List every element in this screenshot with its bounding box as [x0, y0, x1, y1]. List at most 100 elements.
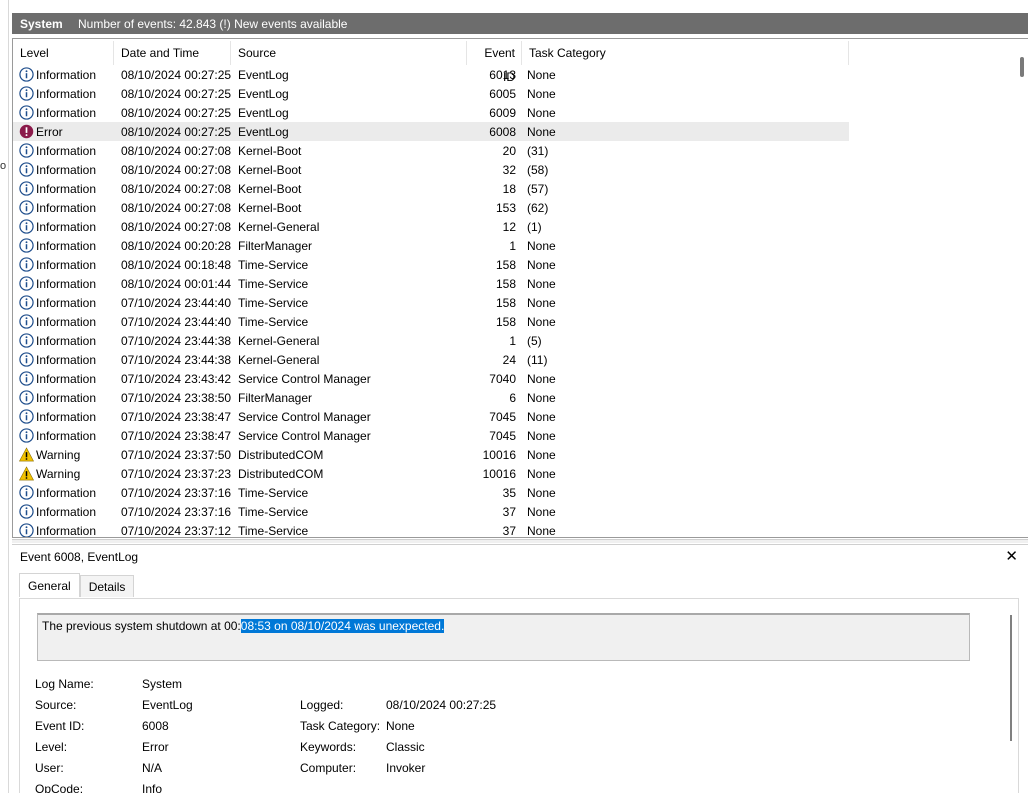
event-row[interactable]: Warning 07/10/2024 23:37:50 DistributedCOM…: [13, 445, 849, 464]
info-icon: [19, 219, 34, 234]
cell-date: 08/10/2024 00:27:08: [121, 219, 232, 234]
level-text: Information: [36, 428, 97, 443]
cell-level: Information: [13, 352, 114, 367]
cell-level: Information: [13, 105, 114, 120]
cell-source: Kernel-Boot: [238, 181, 302, 196]
cell-level: Information: [13, 390, 114, 405]
description-selected: 08:53 on 08/10/2024 was unexpected.: [240, 619, 445, 633]
event-row[interactable]: Information 08/10/2024 00:01:44 Time-Servi…: [13, 274, 849, 293]
event-row[interactable]: Information 07/10/2024 23:44:40 Time-Servi…: [13, 293, 849, 312]
pane-splitter[interactable]: [12, 539, 1028, 543]
info-icon: [19, 67, 34, 82]
event-row[interactable]: Information 07/10/2024 23:38:47 Service Co…: [13, 407, 849, 426]
general-tab-body: The previous system shutdown at 00:08:53…: [19, 598, 1019, 793]
description-box[interactable]: The previous system shutdown at 00:08:53…: [37, 613, 970, 661]
detail-scrollbar[interactable]: [1010, 615, 1012, 741]
column-header-event-id[interactable]: Event ID: [467, 41, 522, 84]
event-row[interactable]: Information 08/10/2024 00:27:08 Kernel-Boo…: [13, 160, 849, 179]
event-row[interactable]: Warning 07/10/2024 23:37:23 DistributedCOM…: [13, 464, 849, 483]
event-row[interactable]: Information 07/10/2024 23:37:12 Time-Servi…: [13, 521, 849, 538]
cell-event-id: 10016: [482, 466, 516, 481]
level-text: Information: [36, 181, 97, 196]
cell-task-category: None: [527, 390, 556, 405]
column-header-level[interactable]: Level: [13, 41, 114, 65]
cell-date: 07/10/2024 23:38:47: [121, 409, 232, 424]
label-logged: Logged:: [300, 698, 344, 712]
event-row[interactable]: Information 08/10/2024 00:27:25 EventLog 60…: [13, 103, 849, 122]
event-row[interactable]: Information 07/10/2024 23:44:38 Kernel-Gen…: [13, 331, 849, 350]
info-icon: [19, 485, 34, 500]
event-row[interactable]: Information 07/10/2024 23:44:38 Kernel-Gen…: [13, 350, 849, 369]
label-level: Level:: [35, 740, 68, 754]
event-row[interactable]: Error 08/10/2024 00:27:25 EventLog 6008 None: [13, 122, 849, 141]
event-row[interactable]: Information 08/10/2024 00:27:08 Kernel-Boo…: [13, 198, 849, 217]
tab-general[interactable]: General: [19, 573, 80, 597]
event-row[interactable]: Information 07/10/2024 23:37:16 Time-Servi…: [13, 483, 849, 502]
cell-event-id: 6005: [489, 86, 516, 101]
event-row[interactable]: Information 08/10/2024 00:18:48 Time-Servi…: [13, 255, 849, 274]
label-task-category: Task Category:: [300, 719, 381, 733]
info-icon: [19, 162, 34, 177]
level-text: Warning: [36, 447, 81, 462]
event-list-panel: Level Date and Time Source Event ID Task…: [12, 38, 1028, 538]
cell-date: 07/10/2024 23:44:38: [121, 352, 232, 367]
level-text: Information: [36, 295, 97, 310]
event-row[interactable]: Information 08/10/2024 00:27:08 Kernel-Boo…: [13, 141, 849, 160]
cell-source: FilterManager: [238, 238, 313, 253]
info-icon: [19, 276, 34, 291]
event-row[interactable]: Information 07/10/2024 23:43:42 Service Co…: [13, 369, 849, 388]
cell-task-category: None: [527, 523, 556, 538]
cell-source: Service Control Manager: [238, 371, 371, 386]
level-text: Error: [36, 124, 63, 139]
event-row[interactable]: Information 08/10/2024 00:27:25 EventLog 60…: [13, 65, 849, 84]
cell-source: Kernel-General: [238, 219, 320, 234]
level-text: Information: [36, 371, 97, 386]
info-icon: [19, 86, 34, 101]
cell-task-category: None: [527, 504, 556, 519]
cell-event-id: 1: [509, 333, 516, 348]
cell-source: EventLog: [238, 105, 289, 120]
warning-icon: [18, 447, 35, 462]
cell-level: Information: [13, 428, 114, 443]
cell-task-category: (5): [527, 333, 542, 348]
cell-level: Information: [13, 238, 114, 253]
cell-event-id: 158: [495, 257, 516, 272]
info-icon: [19, 105, 34, 120]
event-row[interactable]: Information 07/10/2024 23:44:40 Time-Servi…: [13, 312, 849, 331]
info-icon: [19, 314, 34, 329]
event-detail-panel: Event 6008, EventLog ✕ General Details T…: [12, 544, 1028, 793]
cell-event-id: 37: [502, 504, 516, 519]
column-header-source[interactable]: Source: [231, 41, 467, 65]
cell-level: Information: [13, 257, 114, 272]
log-name-title: System: [20, 16, 63, 31]
column-header-task-category[interactable]: Task Category: [522, 41, 849, 65]
level-text: Information: [36, 238, 97, 253]
cell-date: 07/10/2024 23:37:16: [121, 485, 232, 500]
cell-event-id: 7045: [489, 409, 516, 424]
cell-task-category: (57): [527, 181, 549, 196]
event-row[interactable]: Information 08/10/2024 00:27:08 Kernel-Gen…: [13, 217, 849, 236]
event-row[interactable]: Information 08/10/2024 00:27:08 Kernel-Boo…: [13, 179, 849, 198]
cell-source: DistributedCOM: [238, 447, 324, 462]
cell-task-category: None: [527, 428, 556, 443]
event-row[interactable]: Information 07/10/2024 23:38:47 Service Co…: [13, 426, 849, 445]
level-text: Information: [36, 105, 97, 120]
cell-task-category: None: [527, 105, 556, 120]
cell-source: Service Control Manager: [238, 409, 371, 424]
cell-source: Time-Service: [238, 314, 309, 329]
cell-task-category: None: [527, 409, 556, 424]
level-text: Information: [36, 276, 97, 291]
event-row[interactable]: Information 07/10/2024 23:37:16 Time-Servi…: [13, 502, 849, 521]
list-scrollbar[interactable]: [1020, 57, 1024, 77]
column-header-date[interactable]: Date and Time: [114, 41, 231, 65]
cell-date: 08/10/2024 00:27:08: [121, 200, 232, 215]
value-opcode: Info: [142, 782, 163, 793]
cell-task-category: None: [527, 371, 556, 386]
cell-date: 07/10/2024 23:44:38: [121, 333, 232, 348]
tab-details[interactable]: Details: [79, 575, 135, 597]
event-row[interactable]: Information 08/10/2024 00:20:28 FilterMana…: [13, 236, 849, 255]
event-row[interactable]: Information 07/10/2024 23:38:50 FilterMana…: [13, 388, 849, 407]
info-icon: [19, 143, 34, 158]
event-row[interactable]: Information 08/10/2024 00:27:25 EventLog 60…: [13, 84, 849, 103]
close-icon[interactable]: ✕: [1005, 547, 1018, 565]
